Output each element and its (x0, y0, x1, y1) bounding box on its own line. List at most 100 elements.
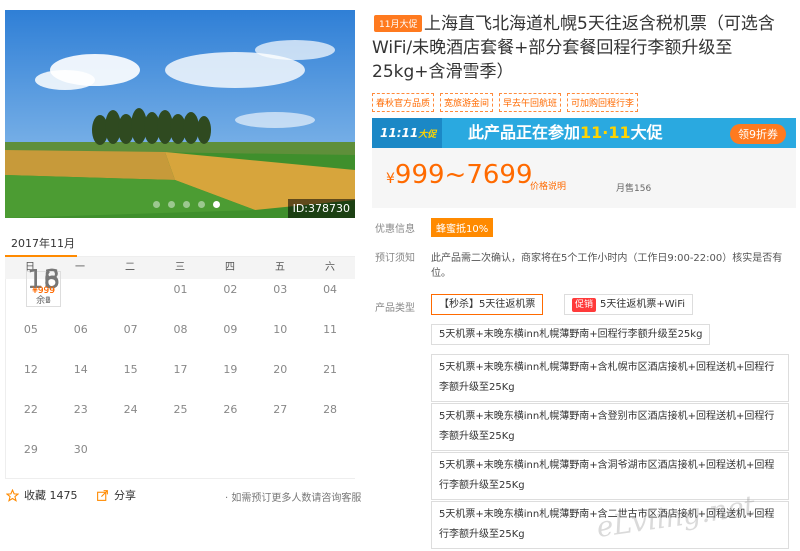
feature-tag: 早去午回航班 (499, 93, 562, 112)
day-number (156, 439, 206, 444)
date-calendar: 日一二三四五六 01 02 03 04 05 06 07 08 09 10 11 12 13 ¥999 余2… (5, 257, 355, 479)
calendar-day: 02 (205, 279, 255, 319)
day-number: 03 (273, 283, 288, 296)
product-type-label: 产品类型 (375, 303, 415, 314)
day-number: 08 (173, 323, 188, 336)
day-number: 11 (323, 323, 338, 336)
calendar-day: 03 (255, 279, 305, 319)
calendar-day: 23 (56, 399, 106, 439)
product-type-option[interactable]: 促销 5天往返机票+WiFi (564, 294, 694, 315)
weekday-label: 二 (125, 262, 135, 273)
day-number: 02 (223, 283, 238, 296)
day-number: 27 (273, 403, 288, 416)
product-type-option[interactable]: 5天机票+末晚东横inn札幌薄野南+含札幌市区酒店接机+回程送机+回程行李额升级… (431, 354, 789, 402)
day-number: 19 (223, 363, 238, 376)
calendar-day: 17 (156, 359, 206, 399)
offers-label: 优惠信息 (375, 224, 415, 235)
booking-label: 预订须知 (375, 253, 415, 264)
day-number: 22 (23, 403, 38, 416)
calendar-day: 29 (6, 439, 56, 479)
promo-banner[interactable]: 11:11大促 此产品正在参加11·11大促 领9折券 (372, 118, 796, 148)
day-number: 28 (323, 403, 338, 416)
calendar-day: 28 (305, 399, 355, 439)
carousel-dot-active[interactable] (213, 201, 220, 208)
calendar-day: 30 (56, 439, 106, 479)
carousel-dot[interactable] (153, 201, 160, 208)
share-button[interactable]: 分享 (96, 487, 136, 503)
calendar-day-available[interactable]: 18 ¥999 余1 (26, 265, 62, 307)
calendar-grid: 01 02 03 04 05 06 07 08 09 10 11 12 13 ¥999 余2 14 15 16 ¥9… (5, 267, 355, 479)
calendar-day: 25 (156, 399, 206, 439)
calendar-month[interactable]: 2017年11月 (11, 235, 75, 251)
option-label: 5天机票+末晚东横inn札幌薄野南+含登别市区酒店接机+回程送机+回程行李额升级… (439, 411, 775, 442)
product-photo[interactable]: ID:378730 (5, 10, 355, 218)
carousel-dot[interactable] (198, 201, 205, 208)
weekday-label: 五 (275, 262, 285, 273)
calendar-day (106, 439, 156, 479)
share-icon (97, 489, 108, 501)
option-label: 5天机票+末晚东横inn札幌薄野南+含札幌市区酒店接机+回程送机+回程行李额升级… (439, 362, 775, 393)
calendar-day (56, 279, 106, 319)
price-range: ¥999~7699 (386, 160, 533, 190)
product-type-option[interactable]: 【秒杀】5天往返机票 (431, 294, 544, 315)
monthly-sales: 月售156 (616, 184, 652, 194)
favorite-button[interactable]: 收藏 1475 (6, 487, 78, 503)
option-label: 5天机票+末晚东横inn札幌薄野南+含洞爷湖市区酒店接机+回程送机+回程行李额升… (439, 460, 775, 491)
calendar-day: 27 (255, 399, 305, 439)
price-info-link[interactable]: 价格说明 (530, 179, 566, 192)
calendar-day: 12 (6, 359, 56, 399)
carousel-dots[interactable] (153, 201, 220, 208)
calendar-day: 08 (156, 319, 206, 359)
day-number: 26 (223, 403, 238, 416)
carousel-dot[interactable] (183, 201, 190, 208)
carousel-dot[interactable] (168, 201, 175, 208)
calendar-day: 14 (56, 359, 106, 399)
day-number: 06 (73, 323, 88, 336)
weekday-label: 三 (175, 262, 185, 273)
feature-tag: 可加购回程行李 (567, 93, 639, 112)
day-number: 17 (173, 363, 188, 376)
feature-tags: 春秋官方品质 宽旅游金间 早去午回航班 可加购回程行李 (372, 93, 639, 112)
day-number: 04 (323, 283, 338, 296)
day-remaining: 余1 (36, 296, 51, 306)
calendar-day: 19 (205, 359, 255, 399)
double-eleven-logo: 11:11大促 (372, 118, 442, 148)
product-type-option[interactable]: 5天机票+末晚东横inn札幌薄野南+回程行李额升级至25kg (431, 324, 711, 345)
consult-note[interactable]: · 如需预订更多人数请咨询客服 (225, 489, 361, 504)
weekday-label: 一 (75, 262, 85, 273)
price-panel: ¥999~7699 价格说明 月售156 (372, 148, 796, 208)
day-number: 10 (273, 323, 288, 336)
banner-text: 此产品正在参加11·11大促 (468, 123, 663, 142)
day-number: 14 (73, 363, 88, 376)
feature-tag: 宽旅游金间 (440, 93, 494, 112)
day-number: 01 (173, 283, 188, 296)
discount-badge: 蜂蜜抵10% (431, 218, 494, 237)
option-label: 5天机票+末晚东横inn札幌薄野南+回程行李额升级至25kg (439, 329, 703, 340)
calendar-day: 24 (106, 399, 156, 439)
calendar-day: 20 (255, 359, 305, 399)
weekday-label: 四 (225, 262, 235, 273)
day-number: 05 (23, 323, 38, 336)
calendar-day: 22 (6, 399, 56, 439)
booking-notice: 此产品需二次确认，商家将在5个工作小时内（工作日9:00-22:00）核实是否有… (431, 253, 783, 279)
option-label: 【秒杀】5天往返机票 (439, 299, 536, 310)
day-number: 25 (173, 403, 188, 416)
photo-id-label: ID:378730 (287, 199, 355, 218)
calendar-day: 01 (156, 279, 206, 319)
day-number: 20 (273, 363, 288, 376)
day-number: 30 (73, 443, 88, 456)
product-type-option[interactable]: 5天机票+末晚东横inn札幌薄野南+含登别市区酒店接机+回程送机+回程行李额升级… (431, 403, 789, 451)
calendar-day: 04 (305, 279, 355, 319)
calendar-day: 26 (205, 399, 255, 439)
share-label: 分享 (114, 489, 136, 502)
day-number (56, 279, 106, 284)
calendar-day: 15 (106, 359, 156, 399)
day-number: 15 (123, 363, 138, 376)
calendar-day: 09 (205, 319, 255, 359)
day-number: 09 (223, 323, 238, 336)
calendar-day: 05 (6, 319, 56, 359)
day-number: 18 (27, 265, 61, 295)
day-number (106, 279, 156, 284)
coupon-button[interactable]: 领9折券 (730, 124, 786, 144)
day-number: 21 (323, 363, 338, 376)
